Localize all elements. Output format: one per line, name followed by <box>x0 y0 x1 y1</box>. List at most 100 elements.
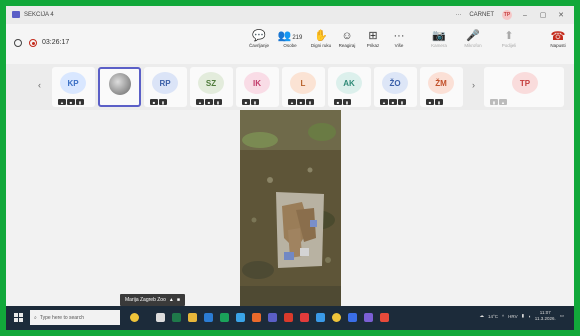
participant-status-icons: ▲ ■ ▮ <box>196 99 222 105</box>
speaker-name-tag: Marija Zagreb Zoo ▲ ■ <box>120 294 185 306</box>
ellipsis-icon: ··· <box>393 30 405 42</box>
participant-initials: IK <box>244 72 270 94</box>
react-button[interactable]: ☺ Reagiraj <box>334 29 360 59</box>
share-label: Podijeli <box>501 43 517 48</box>
participant-tile[interactable]: AK ■ ▮ <box>328 67 371 107</box>
language-indicator[interactable]: HRV <box>508 314 517 319</box>
green-app-icon[interactable] <box>220 313 229 322</box>
shared-video-feed <box>240 110 341 306</box>
pdf-app-icon[interactable] <box>300 313 309 322</box>
blue-app-icon[interactable] <box>316 313 325 322</box>
people-icon: 👥219 <box>277 30 303 42</box>
red-app-icon[interactable] <box>284 313 293 322</box>
orange-app-icon[interactable] <box>252 313 261 322</box>
user-avatar[interactable]: TP <box>502 10 512 20</box>
share-icon: ⬆ <box>504 30 514 42</box>
teams-app-icon <box>12 11 20 18</box>
recording-icon <box>29 39 37 47</box>
participant-initials: ŽM <box>428 72 454 94</box>
chat-icon: 💬 <box>252 30 266 42</box>
gallery-prev-icon[interactable]: ‹ <box>38 80 41 90</box>
participant-tile[interactable]: RP ■ ▮ <box>144 67 187 107</box>
share-button[interactable]: ⬆ Podijeli <box>496 29 522 59</box>
participant-tile-selected[interactable] <box>98 67 141 107</box>
search-icon: ⌕ <box>34 314 37 321</box>
participant-tile[interactable]: L ▲ ■ ▮ <box>282 67 325 107</box>
main-video-stage: Marija Zagreb Zoo ▲ ■ <box>6 110 574 306</box>
microphone-button[interactable]: 🎤 Mikrofon <box>458 29 488 59</box>
minimize-button[interactable]: – <box>520 12 530 19</box>
screen-share-icon: ■ <box>176 297 180 303</box>
network-icon[interactable]: ▮ <box>522 313 524 319</box>
grid-icon: ⊞ <box>368 30 378 42</box>
weather-icon: ☁ <box>479 313 484 318</box>
self-initials: TP <box>512 72 538 94</box>
participant-initials: KP <box>60 72 86 94</box>
participant-status-icons: ■ ▮ <box>242 99 259 105</box>
gallery-next-icon[interactable]: › <box>472 80 475 90</box>
leave-button[interactable]: ☎ Napusti <box>546 29 570 59</box>
close-button[interactable]: ✕ <box>556 11 566 19</box>
search-placeholder: Type here to search <box>39 314 85 321</box>
edge-icon[interactable] <box>236 313 245 322</box>
purple-app-icon[interactable] <box>364 313 373 322</box>
participant-status-icons: ▲ ■ ▮ <box>58 99 84 105</box>
excel-icon[interactable] <box>172 313 181 322</box>
word-doc-icon[interactable] <box>348 313 357 322</box>
raise-hand-label: Digni ruku <box>310 43 332 48</box>
participant-status-icons: ■ ▮ <box>334 99 351 105</box>
file-explorer-icon[interactable] <box>188 313 197 322</box>
participant-tile[interactable]: SZ ▲ ■ ▮ <box>190 67 233 107</box>
weather-temp: 14°C <box>487 313 499 319</box>
participant-tile[interactable]: ŽO ▲ ■ ▮ <box>374 67 417 107</box>
camera-icon: 📷 <box>432 30 446 42</box>
view-label: Prikaz <box>366 43 380 48</box>
camera-button[interactable]: 📷 Kamera <box>424 29 454 59</box>
teams-meeting-window: SEKCIJA 4 ··· CARNET TP – ▢ ✕ 03:26:17 💬… <box>6 6 574 330</box>
participant-tile[interactable]: ŽM ■ ▮ <box>420 67 463 107</box>
view-button[interactable]: ⊞ Prikaz <box>360 29 386 59</box>
microphone-label: Mikrofon <box>464 43 482 48</box>
org-name: CARNET <box>469 12 494 18</box>
taskbar-search-box[interactable]: ⌕ Type here to search <box>30 310 120 325</box>
notifications-icon[interactable]: ▭ <box>560 313 564 319</box>
title-bar: SEKCIJA 4 ··· CARNET TP – ▢ ✕ <box>6 6 574 24</box>
participant-gallery: ‹ KP ▲ ■ ▮ RP ■ ▮ SZ ▲ ■ ▮ IK ■ ▮ L ▲ ■ ▮ AK ■ ▮ <box>6 64 574 111</box>
participant-status-icons: ■ ▮ <box>426 99 443 105</box>
participant-initials: L <box>290 72 316 94</box>
people-button[interactable]: 👥219 Osobe <box>274 29 306 59</box>
self-view-tile[interactable]: TP ▮ ▲ <box>484 67 564 107</box>
task-view-icon[interactable] <box>156 313 165 322</box>
maximize-button[interactable]: ▢ <box>538 11 548 19</box>
participant-tile[interactable]: KP ▲ ■ ▮ <box>52 67 95 107</box>
chat-button[interactable]: 💬 Čavrljanje <box>246 29 272 59</box>
meeting-timer: 03:26:17 <box>42 39 70 46</box>
smiley-icon: ☺ <box>341 30 353 42</box>
copilot-icon[interactable] <box>130 313 139 322</box>
shield-icon <box>14 39 22 47</box>
more-options-icon[interactable]: ··· <box>455 12 461 18</box>
raise-hand-button[interactable]: ✋ Digni ruku <box>308 29 334 59</box>
clock-date: 11.3.2026. <box>534 316 556 321</box>
participant-status-icons: ■ ▮ <box>150 99 167 105</box>
teams-taskbar-icon[interactable] <box>268 313 277 322</box>
chrome-icon[interactable] <box>332 313 341 322</box>
tray-arrow-icon[interactable]: ^ <box>502 314 504 319</box>
people-count: 219 <box>292 35 303 41</box>
volume-icon[interactable]: ◖ <box>528 314 531 319</box>
react-label: Reagiraj <box>338 43 356 48</box>
participant-photo <box>109 73 131 95</box>
more-button[interactable]: ··· Više <box>386 29 412 59</box>
more-label: Više <box>394 43 404 48</box>
microphone-icon: 🎤 <box>466 30 480 42</box>
windows-taskbar: ⌕ Type here to search ☁ 14°C ^ HRV ▮ ◖ 1… <box>6 306 574 330</box>
participant-tile[interactable]: IK ■ ▮ <box>236 67 279 107</box>
participant-initials: RP <box>152 72 178 94</box>
recording-app-icon[interactable] <box>380 313 389 322</box>
participant-status-icons: ▲ ■ ▮ <box>380 99 406 105</box>
windows-start-icon[interactable] <box>14 313 23 322</box>
camera-label: Kamera <box>431 43 447 48</box>
taskbar-clock[interactable]: 11:07 11.3.2026. <box>535 310 556 322</box>
word-icon[interactable] <box>204 313 213 322</box>
participant-initials: SZ <box>198 72 224 94</box>
